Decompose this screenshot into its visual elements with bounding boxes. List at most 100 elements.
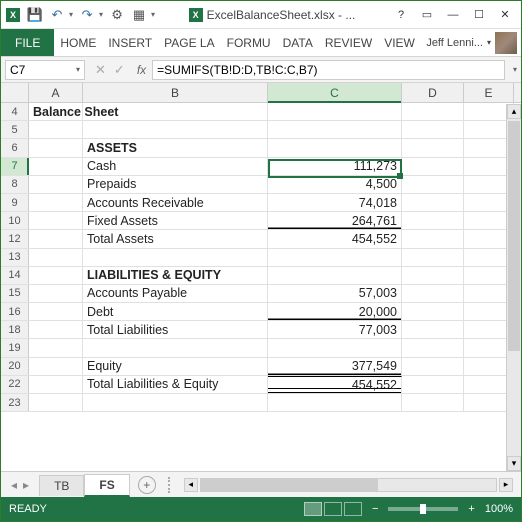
redo-dropdown-icon[interactable]: ▾ — [99, 10, 103, 19]
cell[interactable]: Equity — [83, 358, 268, 375]
cell[interactable]: Balance Sheet — [29, 103, 83, 120]
add-sheet-button[interactable]: + — [138, 476, 156, 494]
formula-expand-icon[interactable]: ▾ — [509, 65, 521, 74]
row-header[interactable]: 22 — [1, 376, 29, 393]
cell[interactable]: Debt — [83, 303, 268, 320]
row-header[interactable]: 7 — [1, 158, 29, 175]
tab-next-icon[interactable]: ▸ — [23, 478, 29, 492]
scroll-right-icon[interactable]: ▸ — [499, 478, 513, 492]
col-header-e[interactable]: E — [464, 83, 514, 102]
cell[interactable]: Accounts Payable — [83, 285, 268, 302]
col-header-c[interactable]: C — [268, 83, 402, 102]
row-header[interactable]: 10 — [1, 212, 29, 229]
cell[interactable]: Total Assets — [83, 230, 268, 247]
cell[interactable]: 20,000 — [268, 303, 402, 320]
tab-insert[interactable]: INSERT — [102, 29, 158, 56]
cell[interactable]: 111,273 — [268, 158, 402, 175]
row-header[interactable]: 4 — [1, 103, 29, 120]
zoom-level[interactable]: 100% — [485, 503, 513, 515]
save-icon[interactable]: 💾 — [27, 7, 43, 23]
row-header[interactable]: 9 — [1, 194, 29, 211]
row-header[interactable]: 18 — [1, 321, 29, 338]
undo-icon[interactable]: ↶ — [49, 7, 65, 23]
tab-home[interactable]: HOME — [54, 29, 102, 56]
tab-prev-icon[interactable]: ◂ — [11, 478, 17, 492]
minimize-button[interactable]: — — [441, 6, 465, 24]
cell[interactable]: Total Liabilities — [83, 321, 268, 338]
undo-dropdown-icon[interactable]: ▾ — [69, 10, 73, 19]
cell[interactable]: LIABILITIES & EQUITY — [83, 267, 268, 284]
cell[interactable]: Fixed Assets — [83, 212, 268, 229]
hscroll-thumb[interactable] — [201, 479, 378, 491]
cell[interactable]: 74,018 — [268, 194, 402, 211]
user-account[interactable]: Jeff Lenni... ▾ — [422, 29, 521, 56]
row-header[interactable]: 19 — [1, 339, 29, 356]
formula-input[interactable]: =SUMIFS(TB!D:D,TB!C:C,B7) — [152, 60, 505, 80]
cell[interactable]: 57,003 — [268, 285, 402, 302]
zoom-in-icon[interactable]: + — [468, 503, 474, 515]
cell[interactable]: 264,761 — [268, 212, 402, 229]
row-header[interactable]: 20 — [1, 358, 29, 375]
select-all-corner[interactable] — [1, 83, 29, 102]
row-header[interactable]: 23 — [1, 394, 29, 411]
tab-pagelayout[interactable]: PAGE LA — [158, 29, 220, 56]
cell[interactable]: Cash — [83, 158, 268, 175]
cell[interactable]: ASSETS — [83, 139, 268, 156]
cell[interactable]: 4,500 — [268, 176, 402, 193]
redo-icon[interactable]: ↷ — [79, 7, 95, 23]
scroll-down-icon[interactable]: ▾ — [507, 456, 521, 471]
row-header[interactable]: 15 — [1, 285, 29, 302]
row-header[interactable]: 14 — [1, 267, 29, 284]
vertical-scrollbar[interactable]: ▴ ▾ — [506, 104, 521, 471]
tab-review[interactable]: REVIEW — [319, 29, 378, 56]
name-box-dropdown-icon[interactable]: ▾ — [76, 65, 80, 74]
cancel-formula-icon[interactable]: ✕ — [95, 62, 106, 78]
maximize-button[interactable]: ☐ — [467, 6, 491, 24]
qat-customize-icon[interactable]: ▦ — [131, 7, 147, 23]
sheet-tab-tb[interactable]: TB — [39, 475, 84, 496]
cell[interactable]: Prepaids — [83, 176, 268, 193]
cell[interactable]: Accounts Receivable — [83, 194, 268, 211]
page-layout-view-button[interactable] — [324, 502, 342, 516]
cell[interactable]: 77,003 — [268, 321, 402, 338]
normal-view-button[interactable] — [304, 502, 322, 516]
cell[interactable]: 454,552 — [268, 230, 402, 247]
horizontal-scrollbar[interactable]: ◂ ▸ — [176, 478, 521, 492]
name-box[interactable]: C7 ▾ — [5, 60, 85, 80]
spreadsheet-grid[interactable]: A B C D E 4Balance Sheet 5 6 ASSETS 7 Cash… — [1, 83, 521, 412]
tab-nav: ◂ ▸ — [1, 478, 39, 492]
ribbon-options-button[interactable]: ▭ — [415, 6, 439, 24]
zoom-slider[interactable] — [388, 507, 458, 511]
row-header[interactable]: 16 — [1, 303, 29, 320]
row-header[interactable]: 6 — [1, 139, 29, 156]
tab-formulas[interactable]: FORMU — [221, 29, 277, 56]
tab-file[interactable]: FILE — [1, 29, 54, 56]
row-header[interactable]: 13 — [1, 249, 29, 266]
page-break-view-button[interactable] — [344, 502, 362, 516]
zoom-thumb[interactable] — [420, 504, 426, 514]
vscroll-thumb[interactable] — [508, 121, 520, 351]
formula-buttons: ✕ ✓ — [89, 62, 131, 78]
col-header-a[interactable]: A — [29, 83, 83, 102]
help-button[interactable]: ? — [389, 6, 413, 24]
row-header[interactable]: 12 — [1, 230, 29, 247]
cell[interactable]: 377,549 — [268, 358, 402, 375]
tab-view[interactable]: VIEW — [378, 29, 421, 56]
row-header[interactable]: 8 — [1, 176, 29, 193]
fx-icon[interactable]: fx — [131, 63, 152, 77]
row-header[interactable]: 5 — [1, 121, 29, 138]
tab-data[interactable]: DATA — [277, 29, 319, 56]
col-header-d[interactable]: D — [402, 83, 464, 102]
ribbon-tabs: FILE HOME INSERT PAGE LA FORMU DATA REVI… — [1, 29, 521, 57]
cell[interactable]: 454,552 — [268, 376, 402, 393]
col-header-b[interactable]: B — [83, 83, 268, 102]
sheet-tab-fs[interactable]: FS — [84, 474, 129, 497]
cell[interactable]: Total Liabilities & Equity — [83, 376, 268, 393]
scroll-left-icon[interactable]: ◂ — [184, 478, 198, 492]
hscroll-track[interactable] — [200, 478, 497, 492]
enter-formula-icon[interactable]: ✓ — [114, 62, 125, 78]
zoom-out-icon[interactable]: − — [372, 503, 378, 515]
scroll-up-icon[interactable]: ▴ — [507, 104, 521, 119]
qat-tool-icon[interactable]: ⚙ — [109, 7, 125, 23]
close-button[interactable]: ✕ — [493, 6, 517, 24]
